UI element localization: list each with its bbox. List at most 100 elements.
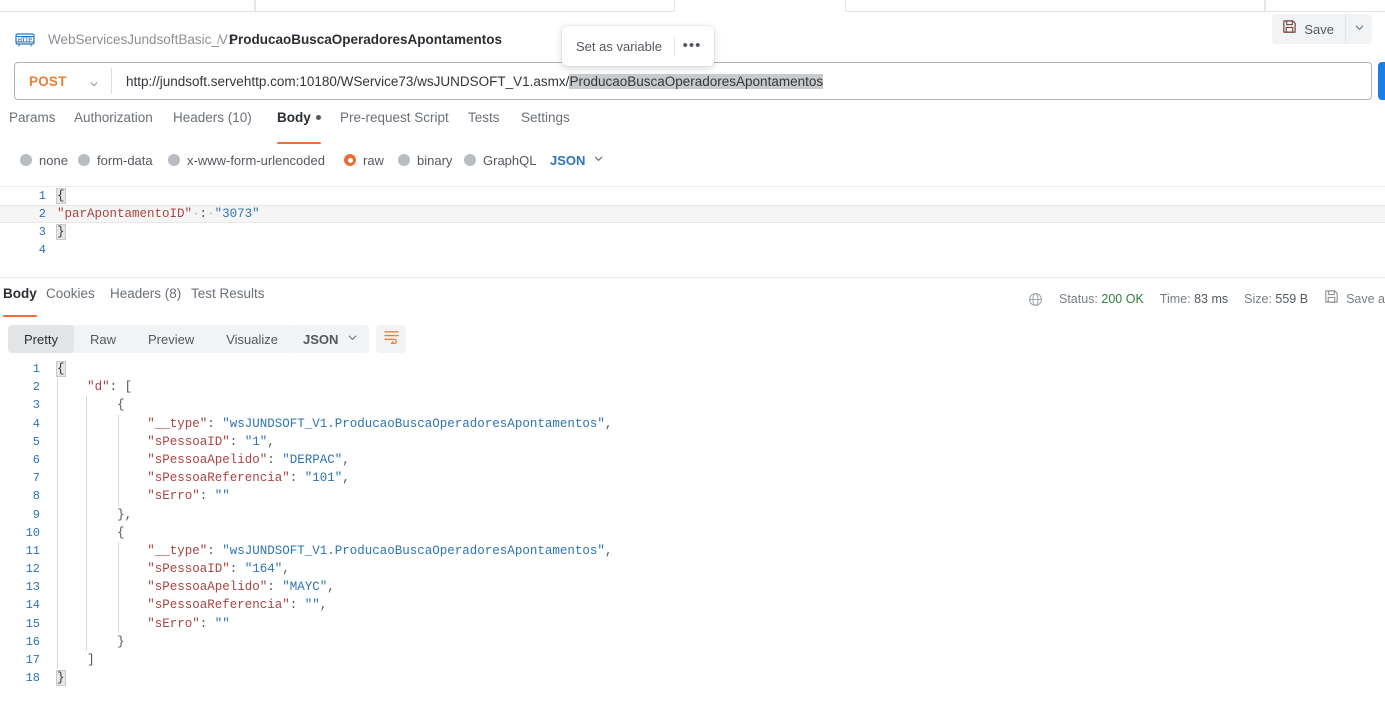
floppy-disk-icon	[1324, 289, 1339, 309]
tab-body[interactable]: Body	[277, 110, 321, 144]
line-number: 10	[25, 525, 40, 540]
line-number: 12	[25, 562, 40, 577]
view-pretty-button[interactable]: Pretty	[8, 325, 74, 353]
time-value: 83 ms	[1194, 292, 1229, 306]
breadcrumb-collection[interactable]: WebServicesJundsoftBasic_V1	[48, 31, 235, 48]
code-token: ,	[282, 562, 290, 577]
code-text: },	[117, 506, 132, 524]
request-body-line: 1{	[0, 187, 1385, 205]
code-token: {	[56, 361, 66, 377]
response-tab-cookies[interactable]: Cookies	[46, 286, 95, 312]
tab-tests[interactable]: Tests	[468, 110, 500, 140]
response-format-selector[interactable]: JSON	[292, 325, 370, 353]
code-token: ·	[192, 207, 200, 221]
code-token: :	[199, 489, 215, 504]
code-token: }	[56, 224, 66, 240]
indent-guide	[118, 432, 119, 451]
body-format-selector[interactable]: JSON	[550, 150, 604, 170]
view-visualize-label: Visualize	[226, 331, 279, 347]
indent-guide	[86, 523, 87, 542]
send-button[interactable]	[1378, 62, 1385, 100]
code-token: ,	[342, 471, 350, 486]
save-button-group: Save	[1272, 14, 1372, 44]
code-token: "3073"	[214, 207, 260, 221]
indent-guide	[57, 651, 58, 670]
code-token: :	[267, 580, 283, 595]
request-tab-partial-1[interactable]	[0, 0, 255, 12]
line-number: 3	[38, 225, 46, 239]
indent-guide	[118, 596, 119, 615]
request-tab-partial-2[interactable]	[255, 0, 675, 12]
response-tab-body-underline	[3, 315, 37, 317]
code-token: "164"	[244, 562, 283, 577]
code-text: "sErro": ""	[147, 615, 230, 633]
set-as-variable-button[interactable]: Set as variable	[562, 39, 662, 54]
request-tab-partial-3[interactable]	[845, 0, 1265, 12]
code-token: "wsJUNDSOFT_V1.ProducaoBuscaOperadoresAp…	[222, 543, 605, 558]
indent-guide	[86, 505, 87, 524]
request-body-editor[interactable]: 1{2 "parApontamentoID"·:·"3073" 3} 4	[0, 186, 1385, 266]
save-options-button[interactable]	[1346, 14, 1372, 44]
globe-icon[interactable]	[1028, 292, 1043, 307]
radio-selected-icon	[344, 154, 356, 166]
indent-guide	[86, 396, 87, 415]
code-text: {	[117, 396, 125, 414]
body-type-binary[interactable]: binary	[398, 150, 452, 170]
tab-authorization[interactable]: Authorization	[74, 110, 153, 140]
body-type-graphql[interactable]: GraphQL	[464, 150, 536, 170]
save-response-button[interactable]: Save a	[1324, 289, 1385, 309]
tab-headers[interactable]: Headers (10)	[173, 110, 252, 140]
line-number: 4	[38, 243, 46, 257]
tab-tests-label: Tests	[468, 110, 500, 125]
url-text-prefix: http://jundsoft.servehttp.com:10180/WSer…	[126, 73, 570, 89]
tab-strip	[0, 0, 1385, 12]
tab-settings-label: Settings	[521, 110, 570, 125]
view-preview-button[interactable]: Preview	[132, 325, 210, 353]
line-number: 14	[25, 598, 40, 613]
indent-guide	[86, 469, 87, 488]
request-tab-partial-4[interactable]	[1265, 0, 1385, 12]
tab-pre-request-script[interactable]: Pre-request Script	[340, 110, 449, 140]
body-type-raw[interactable]: raw	[344, 150, 384, 170]
tab-settings[interactable]: Settings	[521, 110, 570, 140]
status-value: 200 OK	[1101, 292, 1144, 306]
body-type-none[interactable]: none	[20, 150, 68, 170]
response-body-line: 13 "sPessoaApelido": "MAYC",	[0, 578, 1385, 597]
tab-params[interactable]: Params	[9, 110, 56, 140]
response-body-line: 15 "sErro": ""	[0, 614, 1385, 633]
response-format-label: JSON	[303, 331, 339, 347]
code-text: {	[56, 360, 66, 378]
indent-guide	[118, 541, 119, 561]
indent-guide	[86, 578, 87, 597]
popover-more-icon[interactable]: •••	[677, 38, 707, 53]
floppy-disk-icon	[1282, 19, 1297, 39]
radio-icon	[464, 154, 476, 166]
indent-guide	[118, 614, 119, 633]
wrap-text-button[interactable]	[376, 325, 406, 353]
http-method-selector[interactable]: POST	[15, 63, 111, 99]
response-body-line: 5 "sPessoaID": "1",	[0, 432, 1385, 451]
save-button[interactable]: Save	[1272, 14, 1345, 44]
code-text: "parApontamentoID"·:·"3073"	[57, 205, 260, 223]
indent-guide	[57, 469, 58, 488]
line-number: 1	[38, 189, 46, 203]
response-size: Size: 559 B	[1244, 292, 1308, 306]
view-raw-button[interactable]: Raw	[74, 325, 132, 353]
indent-guide	[57, 396, 58, 415]
body-type-form-data[interactable]: form-data	[78, 150, 153, 170]
response-body-viewer[interactable]: 1{2 "d": [3{4 "__type": "wsJUNDSOFT_V1.Pro…	[0, 360, 1385, 687]
indent-guide	[86, 632, 87, 651]
response-tab-body[interactable]: Body	[3, 286, 37, 317]
code-token: ·	[207, 207, 215, 221]
response-tab-test-results[interactable]: Test Results	[191, 286, 265, 312]
indent-guide	[57, 505, 58, 524]
body-type-urlencoded[interactable]: x-www-form-urlencoded	[168, 150, 325, 170]
indent-guide	[118, 450, 119, 470]
url-input[interactable]: http://jundsoft.servehttp.com:10180/WSer…	[112, 63, 1371, 99]
body-format-label: JSON	[550, 152, 586, 168]
view-visualize-button[interactable]: Visualize	[210, 325, 294, 353]
code-token: "DERPAC"	[282, 452, 343, 467]
breadcrumb-request-name[interactable]: ProducaoBuscaOperadoresApontamentos	[229, 31, 502, 48]
response-tab-headers[interactable]: Headers (8)	[110, 286, 181, 312]
code-token: "wsJUNDSOFT_V1.ProducaoBuscaOperadoresAp…	[222, 416, 605, 431]
